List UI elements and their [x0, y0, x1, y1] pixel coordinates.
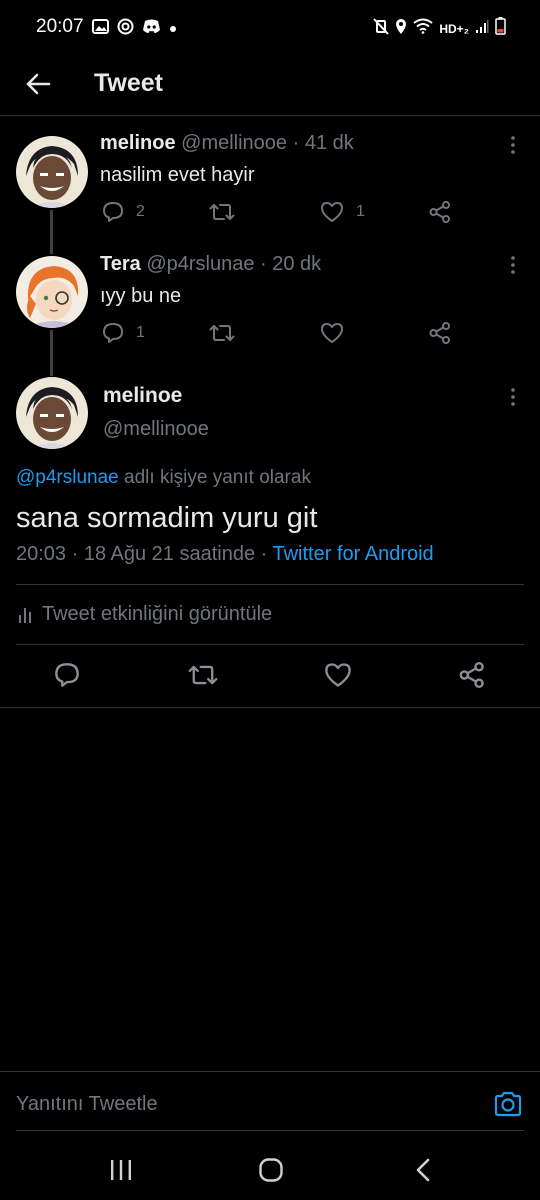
divider — [0, 707, 540, 708]
app-header: Tweet — [0, 56, 540, 116]
more-vertical-icon — [511, 388, 515, 406]
like-button[interactable] — [320, 322, 344, 344]
share-icon — [459, 662, 484, 688]
divider — [16, 1130, 524, 1131]
camera-icon — [494, 1091, 522, 1117]
tweet-timestamp: 20:03 · 18 Ağu 21 saatinde · Twitter for… — [16, 543, 434, 566]
thread-connector — [50, 330, 53, 376]
location-icon — [395, 18, 407, 40]
gallery-icon — [92, 19, 109, 39]
recents-button[interactable] — [108, 1158, 134, 1187]
more-options-button[interactable] — [505, 386, 521, 410]
view-activity-button[interactable]: Tweet etkinliğini görüntüle — [18, 603, 272, 626]
reply-button[interactable] — [54, 662, 80, 688]
like-button[interactable] — [324, 662, 352, 688]
battery-icon — [495, 17, 506, 40]
divider — [16, 584, 524, 585]
tweet-header: melinoe @mellinooe · 41 dk — [100, 132, 354, 155]
tweet-text: sana sormadim yuru git — [16, 502, 318, 534]
reply-icon — [103, 323, 123, 343]
share-icon — [429, 322, 450, 344]
network-type: HD+₂ — [439, 21, 469, 36]
share-button[interactable] — [459, 662, 485, 688]
like-count: 1 — [356, 203, 365, 220]
retweet-icon — [209, 325, 235, 341]
status-time: 20:07 — [36, 16, 84, 37]
dot-icon — [169, 20, 177, 38]
retweet-icon — [209, 204, 235, 220]
status-bar: 20:07 HD+₂ — [0, 0, 540, 56]
more-options-button[interactable] — [505, 254, 521, 278]
reply-input[interactable]: Yanıtını Tweetle — [16, 1093, 158, 1116]
avatar-tera-image — [16, 256, 88, 328]
page-title: Tweet — [94, 69, 163, 97]
heart-icon — [321, 202, 343, 222]
wifi-icon — [413, 18, 433, 39]
reply-count: 1 — [136, 324, 145, 341]
display-name[interactable]: melinoe — [103, 384, 182, 408]
analytics-icon — [19, 607, 31, 623]
handle[interactable]: @mellinooe — [103, 418, 209, 441]
chevron-left-icon — [416, 1158, 430, 1182]
handle-and-time: @mellinooe · 41 dk — [181, 132, 354, 154]
divider — [0, 1071, 540, 1072]
discord-icon — [142, 19, 161, 39]
handle-and-time: @p4rslunae · 20 dk — [146, 253, 322, 275]
retweet-icon — [188, 665, 218, 685]
retweet-button[interactable] — [188, 662, 218, 688]
reply-mention-link[interactable]: @p4rslunae — [16, 467, 119, 488]
replying-to: @p4rslunae adlı kişiye yanıt olarak — [16, 467, 311, 489]
activity-label: Tweet etkinliğini görüntüle — [42, 603, 273, 625]
more-vertical-icon — [511, 256, 515, 274]
avatar-melinoe-image — [16, 377, 88, 449]
status-system-icons: HD+₂ — [373, 17, 506, 40]
reply-button[interactable]: 2 — [102, 201, 145, 223]
avatar[interactable] — [16, 256, 88, 328]
share-button[interactable] — [429, 322, 451, 344]
home-button[interactable] — [258, 1158, 284, 1187]
avatar[interactable] — [16, 377, 88, 449]
tweet-header: Tera @p4rslunae · 20 dk — [100, 253, 321, 276]
home-icon — [259, 1158, 283, 1182]
share-button[interactable] — [429, 201, 451, 223]
share-icon — [429, 201, 450, 223]
more-vertical-icon — [511, 136, 515, 154]
more-options-button[interactable] — [505, 134, 521, 158]
retweet-button[interactable] — [209, 201, 235, 223]
heart-icon — [325, 663, 351, 687]
mute-vibrate-icon — [373, 17, 390, 40]
back-button[interactable] — [22, 68, 54, 100]
timestamp-text: 20:03 · 18 Ağu 21 saatinde · — [16, 543, 273, 565]
thread-connector — [50, 210, 53, 254]
camera-button[interactable] — [493, 1090, 525, 1120]
tweet-text: ıyy bu ne — [100, 285, 182, 307]
back-arrow-icon — [26, 73, 51, 95]
reply-count: 2 — [136, 203, 145, 220]
reply-button[interactable]: 1 — [102, 322, 145, 344]
source-link[interactable]: Twitter for Android — [273, 543, 434, 565]
heart-icon — [321, 323, 343, 343]
instagram-icon — [117, 18, 134, 40]
recents-icon — [111, 1160, 131, 1180]
reply-to-label: adlı kişiye yanıt olarak — [118, 467, 311, 488]
display-name[interactable]: melinoe — [100, 132, 176, 154]
retweet-button[interactable] — [209, 322, 235, 344]
status-notification-icons — [92, 18, 177, 40]
signal-icon — [475, 19, 489, 39]
like-button[interactable]: 1 — [320, 201, 365, 223]
tweet-text: nasilim evet hayir — [100, 164, 255, 186]
divider — [16, 644, 524, 645]
avatar[interactable] — [16, 136, 88, 208]
avatar-melinoe-image — [16, 136, 88, 208]
reply-icon — [55, 663, 79, 687]
nav-back-button[interactable] — [414, 1158, 434, 1187]
display-name[interactable]: Tera — [100, 253, 141, 275]
reply-icon — [103, 202, 123, 222]
